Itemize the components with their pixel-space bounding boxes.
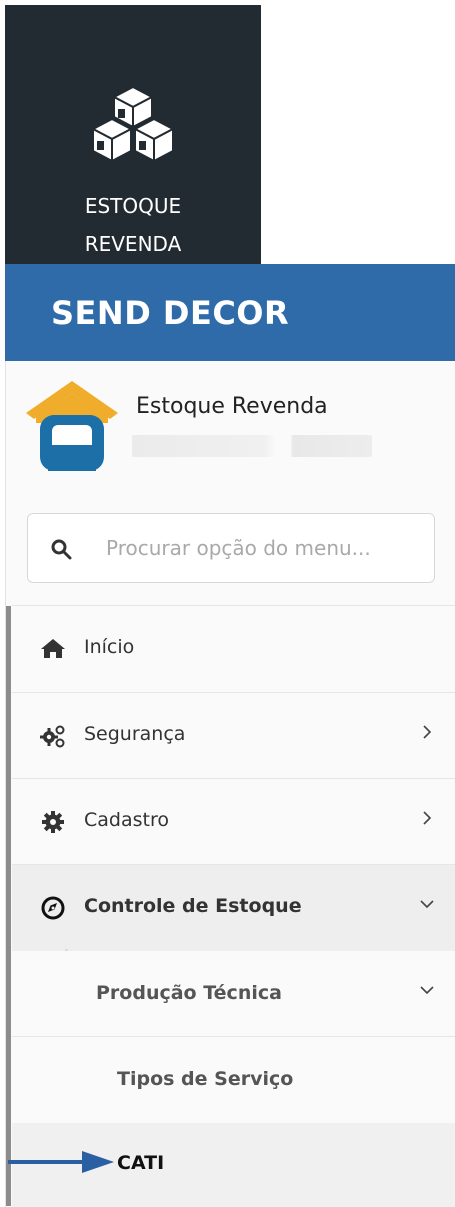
chevron-down-icon bbox=[420, 986, 434, 995]
annotation-arrow-icon bbox=[8, 1151, 114, 1173]
menu-item-seguranca[interactable]: Segurança bbox=[12, 693, 455, 779]
menu-item-label: Cadastro bbox=[84, 809, 169, 831]
menu-item-label: Controle de Estoque bbox=[84, 895, 302, 917]
submenu-item-tipos-de-servico[interactable]: Tipos de Serviço bbox=[12, 1037, 455, 1123]
menu-item-label: Segurança bbox=[84, 723, 186, 745]
user-panel: Estoque Revenda bbox=[6, 361, 455, 501]
submenu-item-label: Produção Técnica bbox=[96, 982, 282, 1004]
app-tile-label: ESTOQUE REVENDA bbox=[85, 187, 182, 263]
menu-item-inicio[interactable]: Início bbox=[12, 606, 455, 692]
search-icon bbox=[51, 539, 72, 560]
submenu-item-producao-tecnica[interactable]: Produção Técnica bbox=[12, 951, 455, 1037]
submenu-item-label: Tipos de Serviço bbox=[117, 1068, 294, 1090]
chevron-down-icon bbox=[420, 900, 434, 909]
app-tile-estoque-revenda[interactable]: ESTOQUE REVENDA bbox=[5, 5, 261, 264]
compass-icon bbox=[41, 896, 65, 920]
chevron-right-icon bbox=[423, 725, 432, 739]
sidebar: Estoque Revenda Início bbox=[5, 361, 455, 1207]
home-icon bbox=[41, 639, 65, 658]
cubes-icon bbox=[90, 85, 176, 163]
menu-search-input[interactable] bbox=[106, 528, 416, 568]
menu-item-label: Início bbox=[84, 636, 135, 658]
gears-icon bbox=[40, 725, 65, 748]
brand-header: SEND DECOR bbox=[5, 264, 455, 361]
screen: ESTOQUE REVENDA SEND DECOR Estoque Reven… bbox=[0, 0, 455, 1207]
user-subtitle-redacted bbox=[132, 435, 372, 457]
sidebar-scrollbar[interactable] bbox=[6, 606, 11, 1206]
tile-label-line2: REVENDA bbox=[84, 232, 182, 256]
user-name: Estoque Revenda bbox=[136, 394, 328, 419]
sofa-house-icon bbox=[26, 381, 118, 471]
menu-search-box[interactable] bbox=[27, 513, 435, 583]
menu-item-cadastro[interactable]: Cadastro bbox=[12, 779, 455, 865]
brand-title[interactable]: SEND DECOR bbox=[51, 294, 289, 332]
gear-icon bbox=[42, 811, 64, 833]
chevron-right-icon bbox=[423, 811, 432, 825]
tile-label-line1: ESTOQUE bbox=[84, 194, 182, 218]
menu-item-controle-de-estoque[interactable]: Controle de Estoque bbox=[12, 865, 455, 951]
